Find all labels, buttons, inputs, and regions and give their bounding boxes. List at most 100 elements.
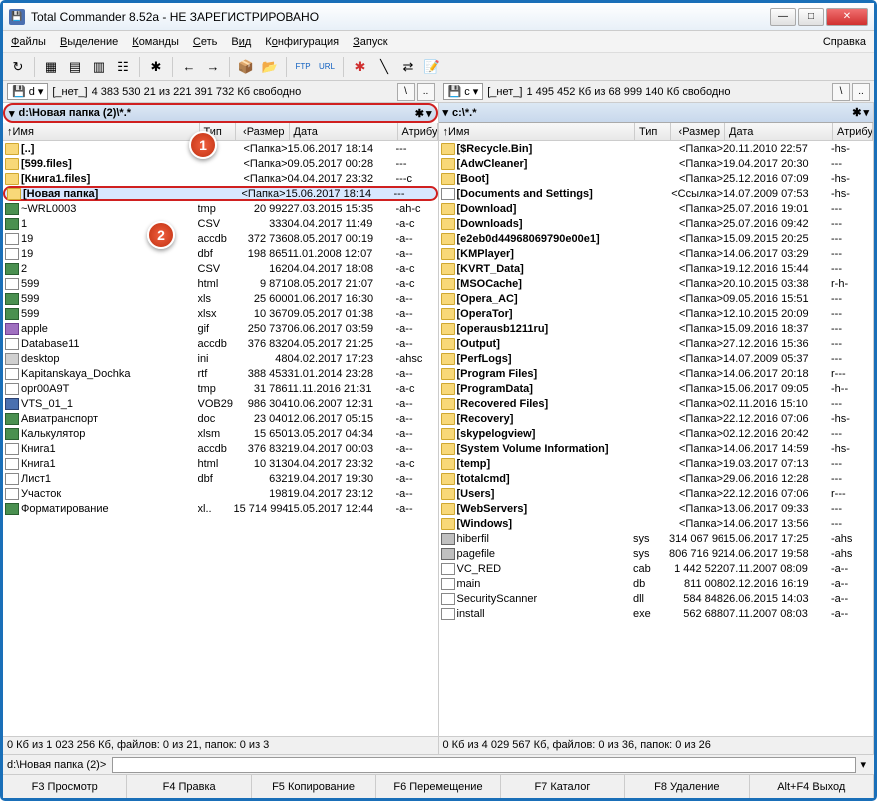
col-ext[interactable]: Тип: [635, 123, 671, 140]
file-row[interactable]: [Новая папка]<Папка>15.06.2017 18:14---: [3, 186, 438, 201]
file-row[interactable]: 19dbf198 86511.01.2008 12:07-a--: [3, 246, 438, 261]
col-date[interactable]: Дата: [725, 123, 833, 140]
col-attr[interactable]: Атрибу: [398, 123, 438, 140]
right-up-button[interactable]: ..: [852, 83, 870, 101]
view-thumb-icon[interactable]: ▥: [88, 56, 110, 78]
file-row[interactable]: [Windows]<Папка>14.06.2017 13:56---: [439, 516, 874, 531]
f7-button[interactable]: F7 Каталог: [501, 775, 625, 798]
forward-icon[interactable]: →: [202, 56, 224, 78]
left-path[interactable]: ▾ d:\Новая папка (2)\*.* ✱ ▾: [3, 103, 438, 123]
file-row[interactable]: 1CSV33304.04.2017 11:49-a-c: [3, 216, 438, 231]
left-up-button[interactable]: ..: [417, 83, 435, 101]
file-row[interactable]: Книга1accdb376 83219.04.2017 00:03-a--: [3, 441, 438, 456]
file-row[interactable]: [Recovered Files]<Папка>02.11.2016 15:10…: [439, 396, 874, 411]
col-attr[interactable]: Атрибу: [833, 123, 873, 140]
file-row[interactable]: hiberfilsys314 067 96815.06.2017 17:25-a…: [439, 531, 874, 546]
back-icon[interactable]: ←: [178, 56, 200, 78]
file-row[interactable]: [Recovery]<Папка>22.12.2016 07:06-hs-: [439, 411, 874, 426]
file-row[interactable]: Участок19819.04.2017 23:12-a--: [3, 486, 438, 501]
file-row[interactable]: [ProgramData]<Папка>15.06.2017 09:05-h--: [439, 381, 874, 396]
file-row[interactable]: Лист1dbf63219.04.2017 19:30-a--: [3, 471, 438, 486]
slash-icon[interactable]: ╲: [373, 56, 395, 78]
col-size[interactable]: ‹Размер: [671, 123, 725, 140]
cmd-dropdown-icon[interactable]: ▾: [856, 758, 870, 771]
ftp-icon[interactable]: FTP: [292, 56, 314, 78]
file-row[interactable]: [Downloads]<Папка>25.07.2016 09:42---: [439, 216, 874, 231]
f4-button[interactable]: F4 Правка: [127, 775, 251, 798]
file-row[interactable]: [operausb1211ru]<Папка>15.09.2016 18:37-…: [439, 321, 874, 336]
f5-button[interactable]: F5 Копирование: [252, 775, 376, 798]
file-row[interactable]: 19accdb372 73608.05.2017 00:19-a--: [3, 231, 438, 246]
f6-button[interactable]: F6 Перемещение: [376, 775, 500, 798]
file-row[interactable]: VTS_01_1VOB29986 30410.06.2007 12:31-a--: [3, 396, 438, 411]
file-row[interactable]: 2CSV16204.04.2017 18:08-a-c: [3, 261, 438, 276]
file-row[interactable]: SecurityScannerdll584 84826.06.2015 14:0…: [439, 591, 874, 606]
file-row[interactable]: Форматированиеxl..15 714 99415.05.2017 1…: [3, 501, 438, 516]
star-icon[interactable]: ✱: [349, 56, 371, 78]
f8-button[interactable]: F8 Удаление: [625, 775, 749, 798]
refresh-icon[interactable]: ↻: [7, 56, 29, 78]
file-row[interactable]: [599.files]<Папка>09.05.2017 00:28---: [3, 156, 438, 171]
file-row[interactable]: Калькуляторxlsm15 65013.05.2017 04:34-a-…: [3, 426, 438, 441]
cmd-input[interactable]: [112, 757, 856, 773]
menu-commands[interactable]: Команды: [132, 36, 179, 48]
notepad-icon[interactable]: 📝: [421, 56, 443, 78]
f3-button[interactable]: F3 Просмотр: [3, 775, 127, 798]
menu-files[interactable]: Файлы: [11, 36, 46, 48]
right-root-button[interactable]: \: [832, 83, 850, 101]
view-full-icon[interactable]: ▤: [64, 56, 86, 78]
close-button[interactable]: ✕: [826, 8, 868, 26]
file-row[interactable]: 599xls25 60001.06.2017 16:30-a--: [3, 291, 438, 306]
col-size[interactable]: ‹Размер: [236, 123, 290, 140]
col-date[interactable]: Дата: [290, 123, 398, 140]
file-row[interactable]: [Output]<Папка>27.12.2016 15:36---: [439, 336, 874, 351]
file-row[interactable]: installexe562 68807.11.2007 08:03-a--: [439, 606, 874, 621]
file-row[interactable]: Авиатранспортdoc23 04012.06.2017 05:15-a…: [3, 411, 438, 426]
menu-config[interactable]: Конфигурация: [265, 36, 339, 48]
unpack-icon[interactable]: 📂: [259, 56, 281, 78]
file-row[interactable]: [$Recycle.Bin]<Папка>20.11.2010 22:57-hs…: [439, 141, 874, 156]
right-path[interactable]: ▾ c:\*.* ✱ ▾: [439, 103, 874, 123]
left-root-button[interactable]: \: [397, 83, 415, 101]
file-row[interactable]: 599xlsx10 36709.05.2017 01:38-a--: [3, 306, 438, 321]
view-brief-icon[interactable]: ▦: [40, 56, 62, 78]
file-row[interactable]: applegif250 73706.06.2017 03:59-a--: [3, 321, 438, 336]
minimize-button[interactable]: —: [770, 8, 796, 26]
right-filelist[interactable]: [$Recycle.Bin]<Папка>20.11.2010 22:57-hs…: [439, 141, 874, 736]
file-row[interactable]: [..]<Папка>15.06.2017 18:14---: [3, 141, 438, 156]
menu-view[interactable]: Вид: [231, 36, 251, 48]
altf4-button[interactable]: Alt+F4 Выход: [750, 775, 874, 798]
file-row[interactable]: [WebServers]<Папка>13.06.2017 09:33---: [439, 501, 874, 516]
file-row[interactable]: [KVRT_Data]<Папка>19.12.2016 15:44---: [439, 261, 874, 276]
left-filelist[interactable]: [..]<Папка>15.06.2017 18:14---[599.files…: [3, 141, 438, 736]
url-icon[interactable]: URL: [316, 56, 338, 78]
file-row[interactable]: [Opera_AC]<Папка>09.05.2016 15:51---: [439, 291, 874, 306]
file-row[interactable]: opr00A9Ttmp31 78611.11.2016 21:31-a-c: [3, 381, 438, 396]
file-row[interactable]: [totalcmd]<Папка>29.06.2016 12:28---: [439, 471, 874, 486]
file-row[interactable]: [Boot]<Папка>25.12.2016 07:09-hs-: [439, 171, 874, 186]
file-row[interactable]: Книга1html10 31304.04.2017 23:32-a-c: [3, 456, 438, 471]
file-row[interactable]: maindb811 00802.12.2016 16:19-a--: [439, 576, 874, 591]
file-row[interactable]: [KMPlayer]<Папка>14.06.2017 03:29---: [439, 246, 874, 261]
left-drive-select[interactable]: 💾 d ▾: [7, 83, 48, 100]
file-row[interactable]: [Download]<Папка>25.07.2016 19:01---: [439, 201, 874, 216]
file-row[interactable]: VC_REDcab1 442 52207.11.2007 08:09-a--: [439, 561, 874, 576]
file-row[interactable]: [temp]<Папка>19.03.2017 07:13---: [439, 456, 874, 471]
invert-icon[interactable]: ✱: [145, 56, 167, 78]
file-row[interactable]: [MSOCache]<Папка>20.10.2015 03:38r-h-: [439, 276, 874, 291]
menu-net[interactable]: Сеть: [193, 36, 217, 48]
maximize-button[interactable]: □: [798, 8, 824, 26]
file-row[interactable]: [Program Files]<Папка>14.06.2017 20:18r-…: [439, 366, 874, 381]
file-row[interactable]: [Documents and Settings]<Ссылка>14.07.20…: [439, 186, 874, 201]
right-drive-select[interactable]: 💾 c ▾: [443, 83, 484, 100]
menu-help[interactable]: Справка: [823, 36, 866, 48]
file-row[interactable]: [e2eb0d44968069790e00e1]<Папка>15.09.201…: [439, 231, 874, 246]
sync-icon[interactable]: ⇄: [397, 56, 419, 78]
file-row[interactable]: [Книга1.files]<Папка>04.04.2017 23:32---…: [3, 171, 438, 186]
file-row[interactable]: pagefilesys806 716 92814.06.2017 19:58-a…: [439, 546, 874, 561]
file-row[interactable]: [System Volume Information]<Папка>14.06.…: [439, 441, 874, 456]
col-name[interactable]: ↑Имя: [439, 123, 636, 140]
file-row[interactable]: [Users]<Папка>22.12.2016 07:06r---: [439, 486, 874, 501]
file-row[interactable]: Kapitanskaya_Dochkartf388 45331.01.2014 …: [3, 366, 438, 381]
left-favs-icon[interactable]: ✱: [415, 107, 424, 120]
